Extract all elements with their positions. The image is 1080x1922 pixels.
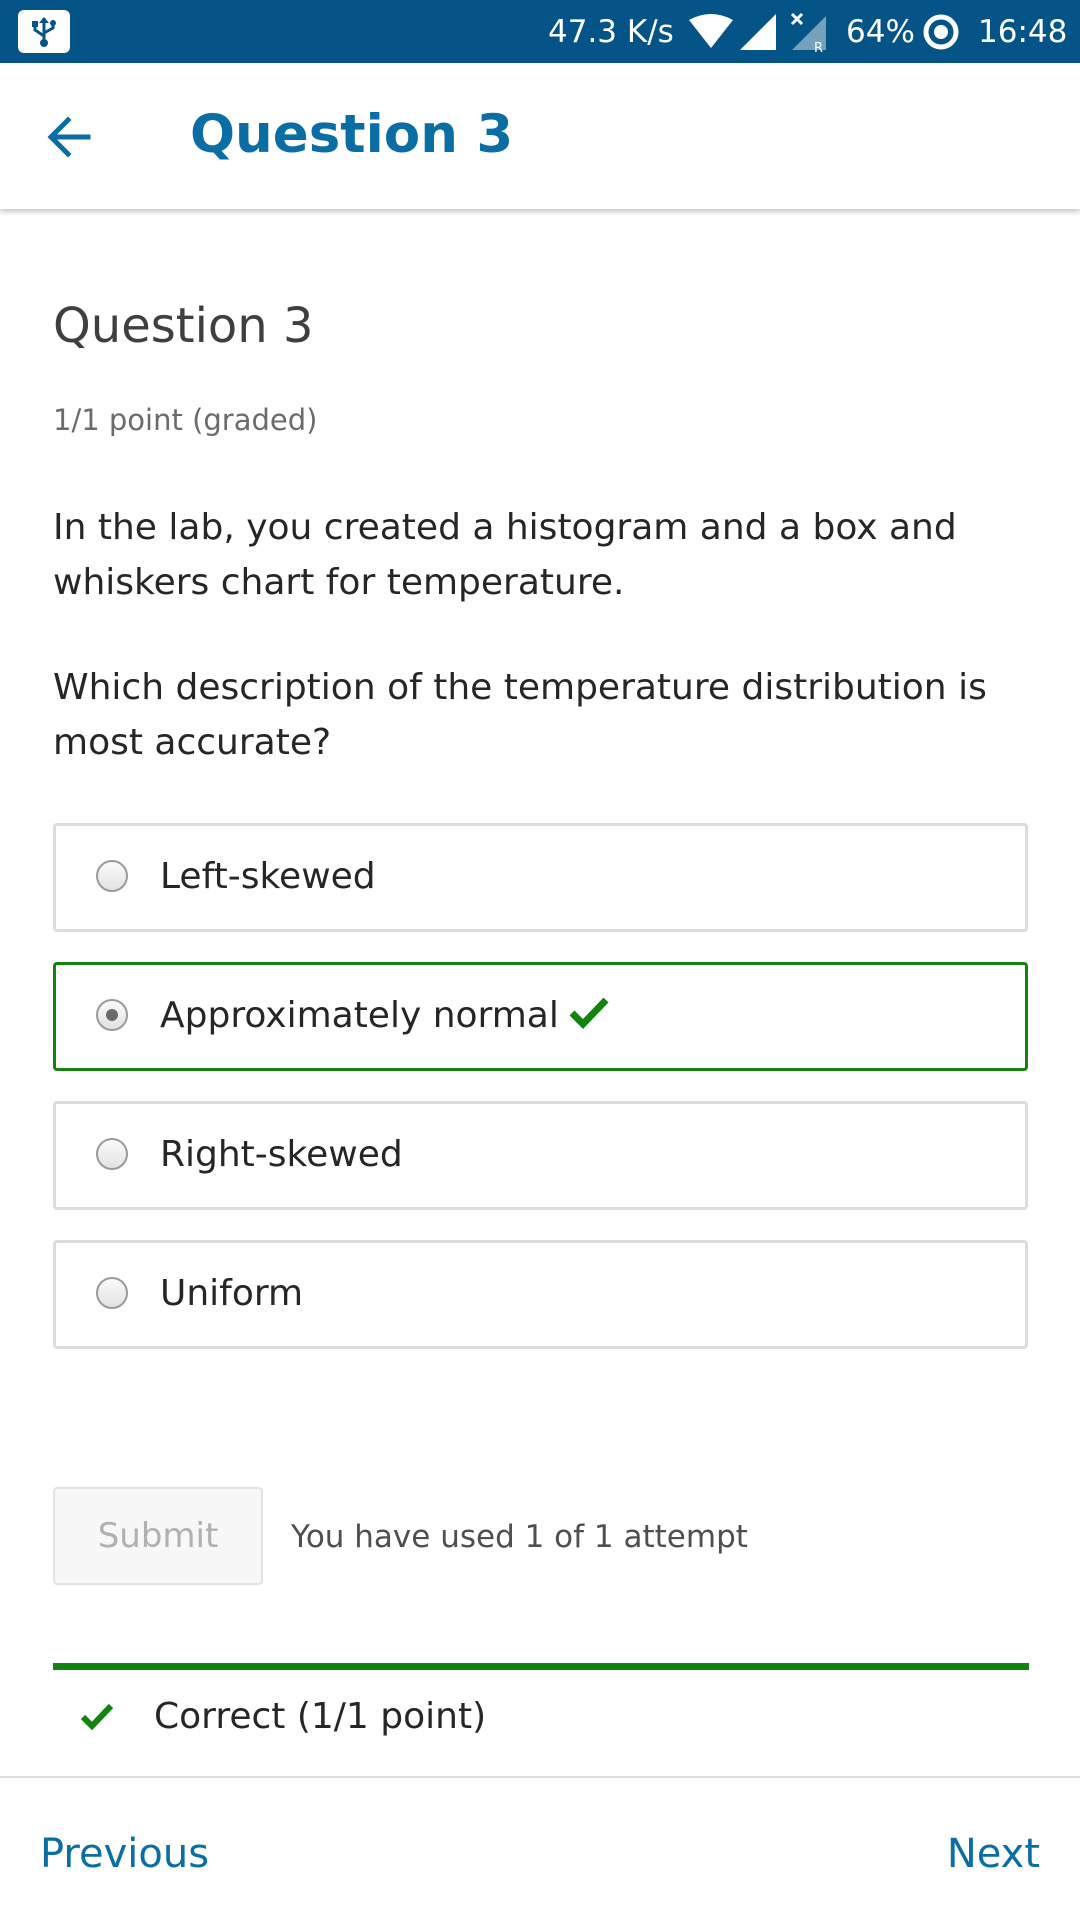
radio-button[interactable] [96, 1277, 128, 1309]
question-prompt: Which description of the temperature dis… [53, 667, 987, 763]
answer-option-uniform[interactable]: Uniform [53, 1240, 1028, 1349]
battery-percent: 64% [846, 14, 915, 50]
arrow-left-icon [47, 116, 91, 158]
svg-text:R: R [814, 41, 823, 52]
cell-signal-icon [740, 14, 776, 50]
submit-button[interactable]: Submit [53, 1487, 263, 1585]
clock: 16:48 [978, 14, 1068, 50]
cell-signal-roaming-icon: R [790, 12, 826, 52]
radio-button[interactable] [96, 860, 128, 892]
bottom-navigation: Previous Next [0, 1776, 1080, 1922]
radio-button[interactable] [96, 1138, 128, 1170]
previous-button[interactable]: Previous [40, 1828, 209, 1880]
attempts-text: You have used 1 of 1 attempt [291, 1519, 748, 1555]
answer-option-right-skewed[interactable]: Right-skewed [53, 1101, 1028, 1210]
page-title: Question 3 [190, 104, 514, 165]
network-speed: 47.3 K/s [548, 14, 674, 50]
answer-option-approximately-normal[interactable]: Approximately normal [53, 962, 1028, 1071]
answer-option-left-skewed[interactable]: Left-skewed [53, 823, 1028, 932]
answer-option-label: Left-skewed [160, 856, 376, 897]
answer-option-label: Approximately normal [160, 995, 559, 1036]
wifi-icon [689, 14, 733, 48]
usb-icon [18, 10, 70, 53]
answer-option-label-wrap: Approximately normal [160, 991, 609, 1041]
answer-option-label: Right-skewed [160, 1134, 403, 1175]
radio-button-selected[interactable] [96, 999, 128, 1031]
back-button[interactable] [40, 107, 100, 167]
checkmark-icon [569, 997, 609, 1030]
question-heading: Question 3 [53, 298, 314, 354]
status-bar: 47.3 K/s R 64% 16:48 [0, 0, 1080, 63]
question-text: In the lab, you created a histogram and … [53, 507, 957, 603]
battery-saver-icon [923, 14, 959, 50]
answer-option-label: Uniform [160, 1273, 304, 1314]
next-button[interactable]: Next [947, 1828, 1040, 1880]
question-points: 1/1 point (graded) [53, 403, 318, 437]
app-bar: Question 3 [0, 63, 1080, 209]
feedback-divider [53, 1663, 1029, 1670]
feedback-message: Correct (1/1 point) [154, 1696, 487, 1737]
checkmark-icon [80, 1703, 114, 1731]
